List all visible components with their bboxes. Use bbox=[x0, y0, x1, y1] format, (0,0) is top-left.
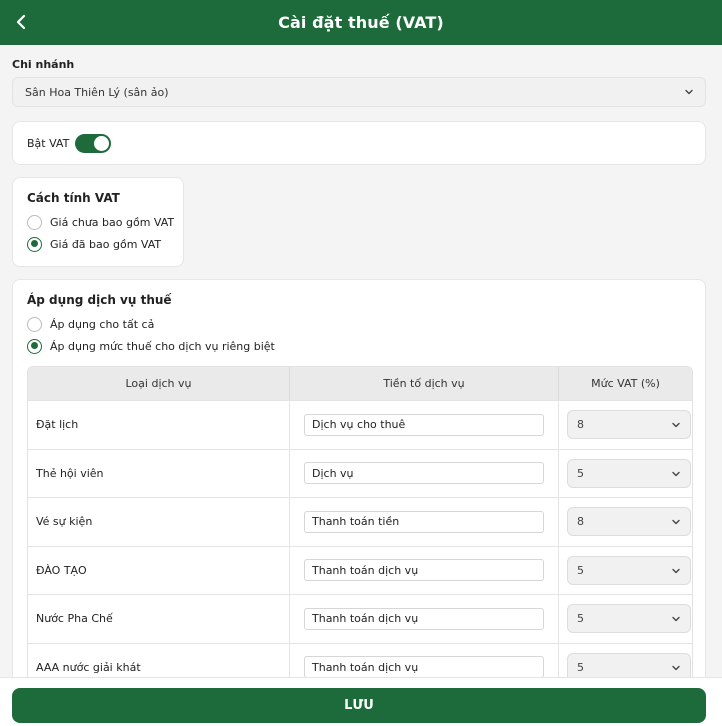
vat-value: 8 bbox=[577, 418, 584, 432]
vat-select[interactable]: 8 bbox=[567, 410, 691, 440]
table-row: Vé sự kiện Thanh toán tiền 8 bbox=[28, 497, 692, 546]
prefix-input[interactable]: Thanh toán dịch vụ bbox=[304, 656, 544, 677]
vat-cell: 5 bbox=[559, 644, 692, 677]
apply-tax-title: Áp dụng dịch vụ thuế bbox=[27, 293, 172, 307]
service-name: Đặt lịch bbox=[28, 401, 290, 449]
service-name: Vé sự kiện bbox=[28, 498, 290, 546]
prefix-input[interactable]: Dịch vụ cho thuê bbox=[304, 413, 544, 436]
radio-label: Giá đã bao gồm VAT bbox=[50, 237, 162, 251]
vat-select[interactable]: 5 bbox=[567, 652, 691, 677]
app-header: Cài đặt thuế (VAT) bbox=[0, 0, 722, 45]
radio-apply-all[interactable]: Áp dụng cho tất cả bbox=[27, 313, 705, 335]
header-service-type: Loại dịch vụ bbox=[28, 367, 290, 400]
page-title: Cài đặt thuế (VAT) bbox=[278, 13, 444, 32]
chevron-down-icon bbox=[672, 471, 680, 476]
service-name: ĐÀO TẠO bbox=[28, 546, 290, 594]
vat-toggle-label: Bật VAT bbox=[27, 136, 70, 150]
back-button[interactable] bbox=[6, 7, 36, 37]
service-name: Thẻ hội viên bbox=[28, 449, 290, 497]
table-row: Thẻ hội viên Dịch vụ 5 bbox=[28, 448, 692, 498]
branch-select[interactable]: Sân Hoa Thiên Lý (sân ảo) bbox=[12, 77, 706, 107]
vat-cell: 8 bbox=[559, 498, 692, 546]
table-body: Đặt lịch Dịch vụ cho thuê 8 Thẻ hội viên… bbox=[28, 400, 692, 677]
radio-price-incl-vat[interactable]: Giá đã bao gồm VAT bbox=[27, 233, 183, 255]
prefix-cell: Thanh toán dịch vụ bbox=[290, 643, 559, 677]
radio-label: Áp dụng cho tất cả bbox=[50, 317, 155, 331]
vat-cell: 5 bbox=[559, 595, 692, 643]
service-name: AAA nước giải khát bbox=[28, 643, 290, 677]
table-row: Nước Pha Chế Thanh toán dịch vụ 5 bbox=[28, 594, 692, 643]
service-name: Nước Pha Chế bbox=[28, 595, 290, 643]
radio-apply-per-service[interactable]: Áp dụng mức thuế cho dịch vụ riêng biệt bbox=[27, 335, 705, 357]
footer-bar: LƯU bbox=[0, 677, 722, 726]
header-vat-rate: Mức VAT (%) bbox=[591, 377, 660, 390]
service-vat-table: Loại dịch vụ Tiền tố dịch vụ Mức VAT (%)… bbox=[27, 366, 693, 677]
table-row: Đặt lịch Dịch vụ cho thuê 8 bbox=[28, 400, 692, 449]
prefix-input[interactable]: Thanh toán dịch vụ bbox=[304, 607, 544, 630]
table-header: Loại dịch vụ Tiền tố dịch vụ Mức VAT (%) bbox=[28, 367, 692, 400]
vat-toggle[interactable] bbox=[75, 133, 112, 153]
prefix-input[interactable]: Thanh toán dịch vụ bbox=[304, 559, 544, 582]
chevron-down-icon bbox=[672, 520, 680, 525]
save-button[interactable]: LƯU bbox=[12, 688, 706, 723]
prefix-cell: Thanh toán dịch vụ bbox=[290, 595, 559, 643]
vat-toggle-card: Bật VAT bbox=[12, 121, 706, 165]
calc-method-card: Cách tính VAT Giá chưa bao gồm VAT Giá đ… bbox=[12, 177, 184, 267]
prefix-cell: Thanh toán tiền bbox=[290, 498, 559, 546]
table-row: AAA nước giải khát Thanh toán dịch vụ 5 bbox=[28, 642, 692, 677]
chevron-down-icon bbox=[672, 617, 680, 622]
vat-value: 5 bbox=[577, 612, 584, 626]
chevron-down-icon bbox=[672, 568, 680, 573]
chevron-left-icon bbox=[16, 14, 26, 30]
radio-label: Giá chưa bao gồm VAT bbox=[50, 215, 175, 229]
vat-value: 5 bbox=[577, 563, 584, 577]
radio-checked-icon bbox=[27, 236, 42, 252]
settings-content[interactable]: Chi nhánh Sân Hoa Thiên Lý (sân ảo) Bật … bbox=[0, 45, 722, 677]
radio-price-excl-vat[interactable]: Giá chưa bao gồm VAT bbox=[27, 211, 183, 233]
header-service-prefix: Tiền tố dịch vụ bbox=[290, 367, 559, 400]
chevron-down-icon bbox=[672, 665, 680, 670]
branch-value: Sân Hoa Thiên Lý (sân ảo) bbox=[25, 85, 169, 99]
apply-tax-card: Áp dụng dịch vụ thuế Áp dụng cho tất cả … bbox=[12, 279, 706, 677]
vat-cell: 5 bbox=[559, 547, 692, 595]
vat-value: 5 bbox=[577, 466, 584, 480]
radio-checked-icon bbox=[27, 338, 42, 354]
prefix-cell: Dịch vụ cho thuê bbox=[290, 401, 559, 449]
table-row: ĐÀO TẠO Thanh toán dịch vụ 5 bbox=[28, 545, 692, 595]
radio-label: Áp dụng mức thuế cho dịch vụ riêng biệt bbox=[50, 339, 275, 353]
vat-cell: 8 bbox=[559, 401, 692, 449]
prefix-cell: Dịch vụ bbox=[290, 449, 559, 497]
vat-cell: 5 bbox=[559, 450, 692, 498]
vat-select[interactable]: 5 bbox=[567, 555, 691, 585]
prefix-input[interactable]: Thanh toán tiền bbox=[304, 510, 544, 533]
vat-select[interactable]: 5 bbox=[567, 604, 691, 634]
vat-select[interactable]: 5 bbox=[567, 458, 691, 488]
branch-label: Chi nhánh bbox=[12, 58, 75, 71]
calc-method-title: Cách tính VAT bbox=[27, 191, 120, 205]
prefix-input[interactable]: Dịch vụ bbox=[304, 462, 544, 485]
chevron-down-icon bbox=[672, 423, 680, 428]
vat-value: 8 bbox=[577, 515, 584, 529]
prefix-cell: Thanh toán dịch vụ bbox=[290, 546, 559, 594]
chevron-down-icon bbox=[685, 89, 693, 95]
toggle-knob bbox=[94, 135, 110, 151]
vat-value: 5 bbox=[577, 660, 584, 674]
radio-icon bbox=[27, 316, 42, 332]
radio-icon bbox=[27, 214, 42, 230]
vat-select[interactable]: 8 bbox=[567, 507, 691, 537]
